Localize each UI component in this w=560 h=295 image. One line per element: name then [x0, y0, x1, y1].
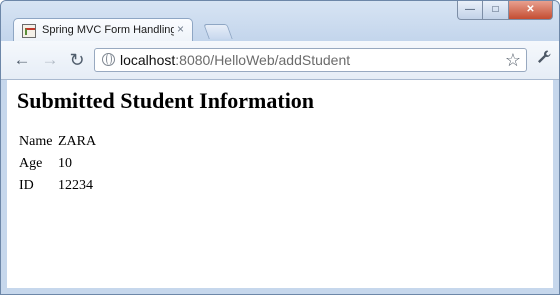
title-bar: Spring MVC Form Handling × — □ ✕ [1, 1, 559, 42]
age-label: Age [19, 156, 43, 171]
page-title: Submitted Student Information [17, 88, 315, 113]
url-path: :8080/HelloWeb/addStudent [175, 52, 351, 68]
window-controls: — □ ✕ [457, 1, 553, 21]
wrench-icon[interactable] [533, 49, 555, 71]
address-bar[interactable]: localhost:8080/HelloWeb/addStudent ☆ [94, 48, 527, 72]
minimize-button[interactable]: — [457, 1, 483, 20]
spring-favicon-icon [22, 24, 36, 38]
reload-icon[interactable]: ↻ [66, 49, 88, 71]
browser-toolbar: ← → ↻ localhost:8080/HelloWeb/addStudent… [1, 41, 559, 80]
browser-window: Spring MVC Form Handling × — □ ✕ ← → ↻ l… [0, 0, 560, 295]
forward-arrow-icon[interactable]: → [39, 49, 61, 71]
maximize-button[interactable]: □ [483, 1, 509, 20]
age-value: 10 [58, 156, 72, 171]
url-text[interactable]: localhost:8080/HelloWeb/addStudent [120, 52, 350, 68]
browser-tab[interactable]: Spring MVC Form Handling × [13, 18, 193, 42]
page-content: Submitted Student Information Name ZARA … [7, 80, 553, 288]
url-host: localhost [120, 52, 176, 68]
wrench-glyph [538, 50, 551, 63]
close-window-button[interactable]: ✕ [509, 1, 553, 20]
new-tab-button[interactable] [203, 24, 233, 39]
close-tab-icon[interactable]: × [177, 22, 184, 36]
tab-title: Spring MVC Form Handling [42, 24, 174, 36]
star-icon[interactable]: ☆ [505, 49, 521, 71]
name-label: Name [19, 134, 53, 149]
id-label: ID [19, 178, 34, 193]
table-row-name: Name ZARA [17, 131, 98, 153]
table-row-age: Age 10 [17, 153, 98, 175]
back-arrow-icon[interactable]: ← [11, 49, 33, 71]
id-value: 12234 [58, 178, 93, 193]
name-value: ZARA [58, 134, 97, 149]
globe-icon [102, 53, 115, 66]
student-info-table: Name ZARA Age 10 ID 12234 [17, 131, 98, 197]
table-row-id: ID 12234 [17, 175, 98, 197]
